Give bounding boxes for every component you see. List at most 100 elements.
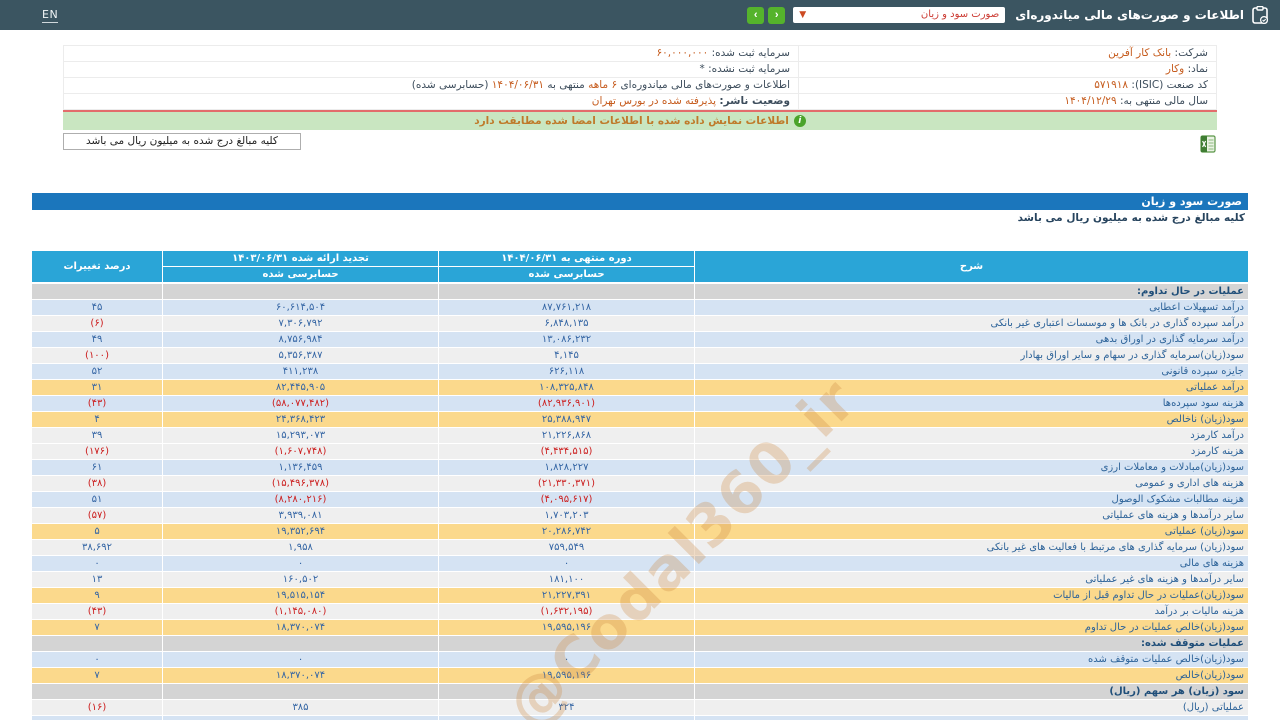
value-current-period — [439, 284, 694, 299]
value-current-period — [439, 684, 694, 699]
value-prior-period: (۸,۲۸۰,۲۱۶) — [163, 492, 438, 507]
table-row: هزینه کارمزد(۴,۴۳۴,۵۱۵)(۱,۶۰۷,۷۴۸)(۱۷۶) — [32, 444, 1248, 459]
row-label: سود(زیان)سرمایه گذاری در سهام و سایر اور… — [695, 348, 1248, 363]
value-prior-period — [163, 716, 438, 720]
value-prior-period: ۸۲,۴۴۵,۹۰۵ — [163, 380, 438, 395]
value-percent-change: ۷ — [32, 668, 162, 683]
table-row: هزینه سود سپرده‌ها(۸۲,۹۳۶,۹۰۱)(۵۸,۰۷۷,۴۸… — [32, 396, 1248, 411]
table-row: سود(زیان) عملیاتی۲۰,۲۸۶,۷۴۲۱۹,۳۵۲,۶۹۴۵ — [32, 524, 1248, 539]
value-percent-change: ۵۱ — [32, 492, 162, 507]
value-percent-change: ۵ — [32, 524, 162, 539]
value-prior-period: ۱۹,۵۱۵,۱۵۴ — [163, 588, 438, 603]
row-label: سایر درآمدها و هزینه های غیر عملیاتی — [695, 572, 1248, 587]
value-current-period: (۲۱,۳۳۰,۳۷۱) — [439, 476, 694, 491]
value-percent-change: (۳۸) — [32, 476, 162, 491]
excel-export-icon[interactable] — [1199, 135, 1217, 153]
language-switch-en[interactable]: EN — [42, 8, 58, 23]
value-current-period: ۱۹,۵۹۵,۱۹۶ — [439, 620, 694, 635]
table-row: درآمد سپرده گذاری در بانک ها و موسسات اع… — [32, 316, 1248, 331]
value-current-period: ۱۹,۵۹۵,۱۹۶ — [439, 668, 694, 683]
statement-table-body: عملیات در حال تداوم:درآمد تسهیلات اعطایی… — [32, 284, 1248, 720]
column-header-description: شرح — [695, 251, 1248, 282]
table-row: جایزه سپرده قانونی۶۲۶,۱۱۸۴۱۱,۲۳۸۵۲ — [32, 364, 1248, 379]
fiscal-year-value: ۱۴۰۴/۱۲/۲۹ — [1064, 95, 1116, 107]
value-percent-change: ۴ — [32, 412, 162, 427]
column-header-current-period: دوره منتهی به ۱۴۰۴/۰۶/۳۱ — [439, 251, 694, 266]
value-percent-change — [32, 716, 162, 720]
table-row: سود(زیان)عملیات در حال تداوم قبل از مالی… — [32, 588, 1248, 603]
value-prior-period: ۲۴,۳۶۸,۴۲۳ — [163, 412, 438, 427]
unregistered-capital-label: سرمایه ثبت نشده: — [708, 63, 790, 75]
registered-capital-label: سرمایه ثبت شده: — [712, 47, 790, 59]
row-label: هزینه مطالبات مشکوک الوصول — [695, 492, 1248, 507]
row-label: هزینه مالیات بر درآمد — [695, 604, 1248, 619]
value-current-period: ۲۱,۲۲۶,۸۶۸ — [439, 428, 694, 443]
table-row: هزینه مالیات بر درآمد(۱,۶۳۲,۱۹۵)(۱,۱۴۵,۰… — [32, 604, 1248, 619]
value-prior-period: ۷,۳۰۶,۷۹۲ — [163, 316, 438, 331]
row-label: هزینه های مالی — [695, 556, 1248, 571]
column-header-prior-period: تجدید ارائه شده ۱۴۰۳/۰۶/۳۱ — [163, 251, 438, 266]
table-row — [32, 716, 1248, 720]
nav-next-button[interactable]: ‹ — [768, 7, 785, 24]
value-current-period: ۷۵۹,۵۴۹ — [439, 540, 694, 555]
table-row: هزینه های مالی۰۰۰ — [32, 556, 1248, 571]
table-row: سود(زیان) سرمایه گذاری های مرتبط با فعال… — [32, 540, 1248, 555]
statement-type-value: صورت سود و زیان — [921, 7, 999, 23]
value-percent-change: ۹ — [32, 588, 162, 603]
value-percent-change — [32, 284, 162, 299]
value-current-period: ۸۷,۷۶۱,۲۱۸ — [439, 300, 694, 315]
table-row: سود(زیان)مبادلات و معاملات ارزی۱,۸۲۸,۲۲۷… — [32, 460, 1248, 475]
period-suffix: (حسابرسی شده) — [412, 79, 489, 91]
signature-match-notice: i اطلاعات نمایش داده شده با اطلاعات امضا… — [63, 112, 1217, 130]
company-label: شرکت: — [1175, 47, 1208, 59]
value-percent-change: (۴۳) — [32, 604, 162, 619]
value-percent-change: (۴۳) — [32, 396, 162, 411]
table-section-row: سود (زیان) هر سهم (ریال) — [32, 684, 1248, 699]
value-current-period — [439, 636, 694, 651]
value-percent-change: ۴۵ — [32, 300, 162, 315]
table-row: سود(زیان)خالص عملیات متوقف شده۰۰۰ — [32, 652, 1248, 667]
value-prior-period: (۱,۶۰۷,۷۴۸) — [163, 444, 438, 459]
value-current-period: ۱,۸۲۸,۲۲۷ — [439, 460, 694, 475]
value-current-period: ۱۸۱,۱۰۰ — [439, 572, 694, 587]
row-label: درآمد عملیاتی — [695, 380, 1248, 395]
value-prior-period: ۱,۹۵۸ — [163, 540, 438, 555]
value-current-period: ۲۱,۲۲۷,۳۹۱ — [439, 588, 694, 603]
table-row: سود(زیان) ناخالص۲۵,۳۸۸,۹۴۷۲۴,۳۶۸,۴۲۳۴ — [32, 412, 1248, 427]
value-prior-period: ۰ — [163, 556, 438, 571]
symbol-label: نماد: — [1188, 63, 1208, 75]
info-row: سال مالی منتهی به: ۱۴۰۴/۱۲/۲۹ وضعیت ناشر… — [64, 94, 1216, 110]
nav-prev-button[interactable]: › — [747, 7, 764, 24]
fiscal-year-label: سال مالی منتهی به: — [1120, 95, 1208, 107]
table-row: سایر درآمدها و هزینه های غیر عملیاتی۱۸۱,… — [32, 572, 1248, 587]
value-current-period: (۴,۴۳۴,۵۱۵) — [439, 444, 694, 459]
row-label: درآمد کارمزد — [695, 428, 1248, 443]
value-percent-change — [32, 684, 162, 699]
row-label: درآمد سپرده گذاری در بانک ها و موسسات اع… — [695, 316, 1248, 331]
table-section-row: عملیات متوقف شده: — [32, 636, 1248, 651]
company-value: بانک کار آفرین — [1108, 47, 1171, 59]
table-row: هزینه های اداری و عمومی(۲۱,۳۳۰,۳۷۱)(۱۵,۴… — [32, 476, 1248, 491]
row-label: عملیاتی (ریال) — [695, 700, 1248, 715]
row-label: عملیات متوقف شده: — [695, 636, 1248, 651]
row-label: هزینه سود سپرده‌ها — [695, 396, 1248, 411]
value-prior-period: ۱,۱۳۶,۴۵۹ — [163, 460, 438, 475]
chevron-down-icon: ▼ — [799, 10, 806, 20]
value-percent-change: ۳۸,۶۹۲ — [32, 540, 162, 555]
value-current-period: (۱,۶۳۲,۱۹۵) — [439, 604, 694, 619]
table-row: درآمد عملیاتی۱۰۸,۳۲۵,۸۴۸۸۲,۴۴۵,۹۰۵۳۱ — [32, 380, 1248, 395]
row-label — [695, 716, 1248, 720]
value-percent-change: (۱۰۰) — [32, 348, 162, 363]
statement-type-dropdown[interactable]: صورت سود و زیان ▼ — [793, 7, 1005, 23]
info-icon: i — [794, 115, 806, 127]
row-label: سود(زیان)خالص عملیات متوقف شده — [695, 652, 1248, 667]
period-prefix: اطلاعات و صورت‌های مالی میاندوره‌ای — [620, 79, 790, 91]
value-percent-change: ۰ — [32, 652, 162, 667]
table-row: سود(زیان)خالص۱۹,۵۹۵,۱۹۶۱۸,۳۷۰,۰۷۴۷ — [32, 668, 1248, 683]
table-row: سایر درآمدها و هزینه های عملیاتی۱,۷۰۳,۲۰… — [32, 508, 1248, 523]
value-current-period: ۱,۷۰۳,۲۰۳ — [439, 508, 694, 523]
issuer-status-label: وضعیت ناشر: — [719, 95, 790, 107]
row-label: درآمد سرمایه گذاری در اوراق بدهی — [695, 332, 1248, 347]
value-current-period: ۰ — [439, 556, 694, 571]
value-current-period: ۲۰,۲۸۶,۷۴۲ — [439, 524, 694, 539]
